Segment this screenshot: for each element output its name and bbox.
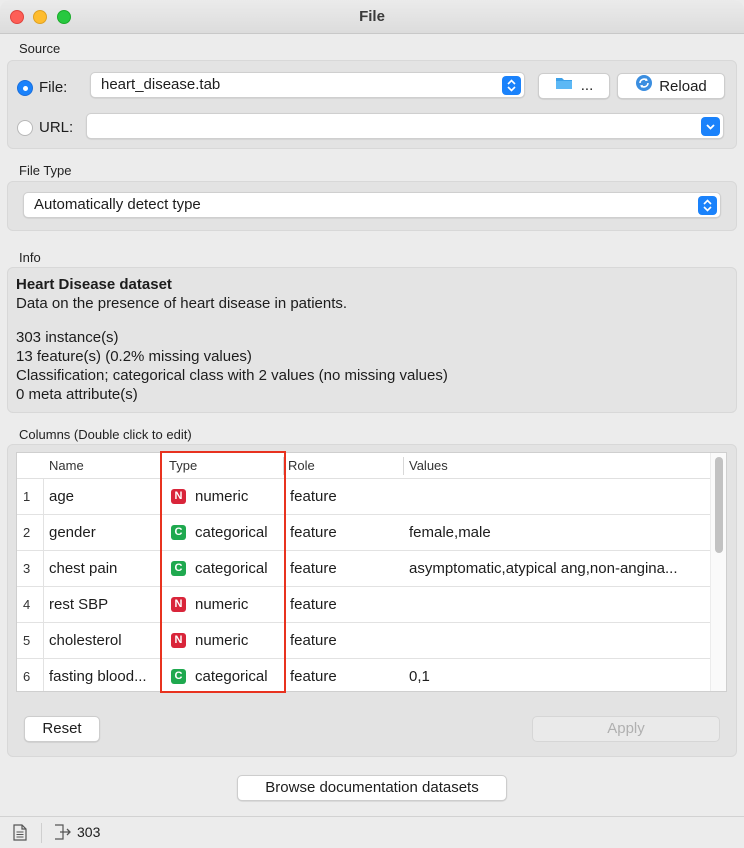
reload-button[interactable]: Reload: [617, 73, 725, 99]
title-bar: File: [0, 0, 744, 34]
table-header: Name Type Role Values: [17, 453, 726, 479]
source-section-label: Source: [19, 41, 61, 56]
reset-button[interactable]: Reset: [24, 716, 100, 742]
file-type-combo[interactable]: Automatically detect type: [23, 192, 721, 218]
column-role: feature: [290, 668, 337, 685]
column-name: rest SBP: [49, 596, 109, 613]
row-number: 2: [23, 525, 31, 540]
table-scrollbar[interactable]: [710, 453, 726, 691]
column-name: age: [49, 488, 75, 505]
column-name: cholesterol: [49, 632, 122, 649]
output-icon: [54, 824, 72, 844]
column-values: 0,1: [409, 668, 430, 685]
column-role: feature: [290, 524, 337, 541]
reload-icon: [635, 74, 653, 100]
file-radio-label: File:: [39, 79, 68, 96]
info-section-label: Info: [19, 250, 41, 265]
header-name[interactable]: Name: [49, 458, 84, 473]
browse-file-label: ...: [580, 77, 594, 94]
folder-icon: [555, 74, 573, 98]
url-radio-label: URL:: [39, 119, 74, 136]
updown-chevron-icon: [502, 76, 521, 95]
table-row[interactable]: 2 gender C categorical feature female,ma…: [17, 515, 726, 551]
dataset-title: Heart Disease dataset: [16, 276, 172, 293]
column-role: feature: [290, 488, 337, 505]
updown-chevron-icon: [698, 196, 717, 215]
file-radio[interactable]: [17, 80, 33, 96]
file-combo[interactable]: heart_disease.tab: [90, 72, 525, 98]
column-values: female,male: [409, 524, 491, 541]
header-role[interactable]: Role: [288, 458, 315, 473]
file-window: File Source File: heart_disease.tab ... …: [0, 0, 744, 848]
type-column-highlight: [160, 451, 286, 693]
column-role: feature: [290, 560, 337, 577]
column-name: fasting blood...: [49, 668, 147, 685]
table-row[interactable]: 6 fasting blood... C categorical feature…: [17, 659, 726, 691]
browse-file-button[interactable]: ...: [538, 73, 610, 99]
row-number: 4: [23, 597, 31, 612]
row-number: 1: [23, 489, 31, 504]
column-name: gender: [49, 524, 96, 541]
file-type-value: Automatically detect type: [34, 196, 201, 213]
document-icon[interactable]: [13, 824, 27, 845]
table-row[interactable]: 4 rest SBP N numeric feature: [17, 587, 726, 623]
column-role: feature: [290, 632, 337, 649]
apply-button[interactable]: Apply: [532, 716, 720, 742]
table-row[interactable]: 3 chest pain C categorical feature asymp…: [17, 551, 726, 587]
file-type-section-label: File Type: [19, 163, 72, 178]
dataset-description: Data on the presence of heart disease in…: [16, 295, 348, 312]
table-row[interactable]: 1 age N numeric feature: [17, 479, 726, 515]
columns-section-label: Columns (Double click to edit): [19, 427, 192, 442]
url-radio[interactable]: [17, 120, 33, 136]
instances-count: 303 instance(s): [16, 329, 119, 346]
column-values: asymptomatic,atypical ang,non-angina...: [409, 560, 678, 577]
reload-label: Reload: [659, 77, 707, 95]
row-number: 6: [23, 669, 31, 684]
column-role: feature: [290, 596, 337, 613]
url-combo[interactable]: [86, 113, 724, 139]
table-scrollbar-thumb[interactable]: [715, 457, 723, 553]
chevron-down-icon: [701, 117, 720, 136]
output-count: 303: [77, 824, 101, 840]
classification-info: Classification; categorical class with 2…: [16, 367, 448, 384]
table-row[interactable]: 5 cholesterol N numeric feature: [17, 623, 726, 659]
file-type-box: Automatically detect type: [7, 181, 737, 231]
column-name: chest pain: [49, 560, 118, 577]
features-count: 13 feature(s) (0.2% missing values): [16, 348, 252, 365]
header-values[interactable]: Values: [409, 458, 448, 473]
source-box: File: heart_disease.tab ... Reload URL:: [7, 60, 737, 149]
browse-documentation-datasets-button[interactable]: Browse documentation datasets: [237, 775, 507, 801]
columns-table[interactable]: Name Type Role Values 1 age N numeric fe…: [16, 452, 727, 692]
meta-attributes-count: 0 meta attribute(s): [16, 386, 138, 403]
status-bar: 303: [0, 816, 744, 848]
row-number: 5: [23, 633, 31, 648]
file-combo-value: heart_disease.tab: [101, 76, 221, 93]
window-title: File: [359, 8, 385, 25]
row-number: 3: [23, 561, 31, 576]
